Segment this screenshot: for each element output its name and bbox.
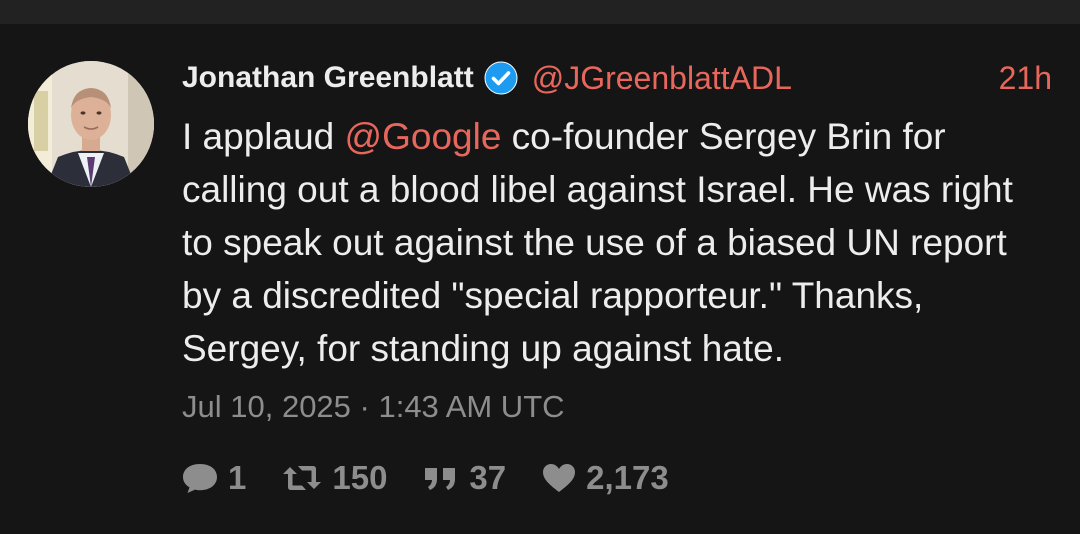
tweet-text-before: I applaud bbox=[182, 116, 345, 157]
author-handle[interactable]: @JGreenblattADL bbox=[532, 60, 792, 97]
author-name[interactable]: Jonathan Greenblatt bbox=[182, 61, 474, 95]
top-bar bbox=[0, 0, 1080, 24]
like-count: 2,173 bbox=[586, 459, 669, 496]
retweet-icon bbox=[283, 466, 322, 490]
comment-icon bbox=[183, 464, 217, 493]
reply-stat[interactable]: 1 bbox=[180, 459, 246, 497]
tweet-header: Jonathan Greenblatt @JGreenblattADL 21h bbox=[182, 54, 1052, 102]
quote-icon bbox=[425, 468, 456, 490]
reply-count: 1 bbox=[228, 459, 247, 496]
mention-link[interactable]: @Google bbox=[345, 116, 502, 157]
quote-count: 37 bbox=[469, 459, 507, 496]
like-stat[interactable]: 2,173 bbox=[540, 459, 669, 497]
tweet: Jonathan Greenblatt @JGreenblattADL 21h … bbox=[0, 24, 1080, 534]
quote-stat[interactable]: 37 bbox=[421, 459, 506, 497]
heart-icon bbox=[543, 464, 576, 492]
tweet-date[interactable]: Jul 10, 2025 · 1:43 AM UTC bbox=[182, 389, 1052, 425]
verified-badge-icon bbox=[484, 61, 518, 95]
retweet-stat[interactable]: 150 bbox=[280, 459, 387, 497]
tweet-content: Jonathan Greenblatt @JGreenblattADL 21h … bbox=[182, 54, 1052, 425]
tweet-stats: 1 150 37 2,173 bbox=[180, 458, 703, 498]
tweet-text: I applaud @Google co-founder Sergey Brin… bbox=[182, 110, 1052, 375]
avatar[interactable] bbox=[28, 61, 154, 187]
retweet-count: 150 bbox=[332, 459, 388, 496]
tweet-time[interactable]: 21h bbox=[999, 60, 1052, 97]
